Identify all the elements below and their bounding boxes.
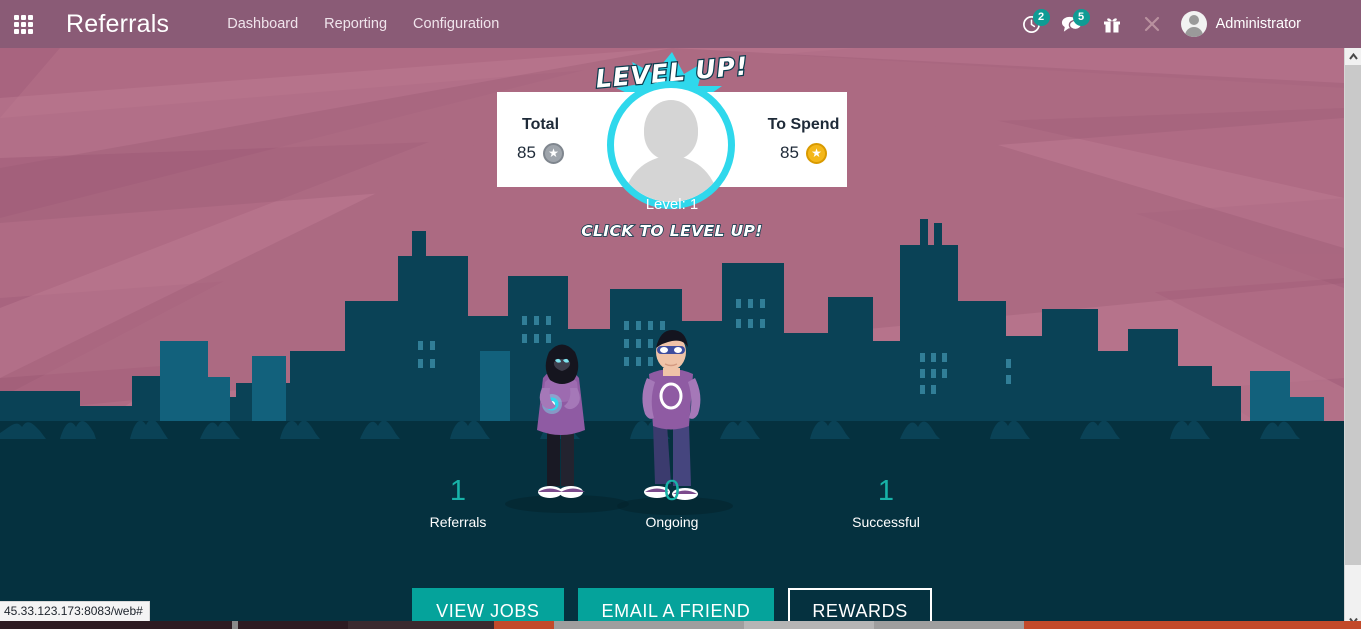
taskbar-segment [554,621,744,629]
referral-stats-row: 1 Referrals 0 Ongoing 1 Successful [0,475,1344,530]
taskbar-segment [238,621,348,629]
user-avatar-icon [1180,11,1207,37]
messages-chat-icon[interactable]: 5 [1061,9,1090,35]
referrals-dashboard-scene: LEVEL UP! Total 85 ★ To Spend 85 ★ Level… [0,48,1344,621]
stat-successful-label: Successful [852,513,920,530]
stat-referrals-label: Referrals [429,513,487,530]
stat-ongoing: 0 Ongoing [608,475,736,530]
taskbar-segment [874,621,1024,629]
os-taskbar-sliver [0,621,1361,629]
user-name-label: Administrator [1215,16,1301,32]
rewards-button[interactable]: REWARDS [788,588,932,621]
status-bar-url: 45.33.123.173:8083/web# [0,601,150,621]
app-brand-title: Referrals [66,9,170,38]
to-spend-value: 85 [780,143,799,162]
action-buttons-row: VIEW JOBS EMAIL A FRIEND REWARDS [0,588,1344,621]
total-label: Total [521,115,560,133]
menu-item-reporting[interactable]: Reporting [324,16,387,32]
gold-star-coin-icon: ★ [805,142,827,164]
taskbar-segment [744,621,874,629]
stat-referrals: 1 Referrals [394,475,522,530]
apps-grid-icon [13,14,33,34]
activity-clock-icon[interactable]: 2 [1021,9,1050,35]
stat-ongoing-label: Ongoing [645,513,699,530]
taskbar-segment [0,621,232,629]
menu-item-dashboard[interactable]: Dashboard [227,16,298,32]
chevron-up-icon [1349,53,1358,60]
email-a-friend-button[interactable]: EMAIL A FRIEND [577,588,775,621]
total-value-row: 85 ★ [517,142,564,164]
scrollbar-track[interactable] [1345,65,1361,612]
scroll-up-button[interactable] [1345,48,1361,65]
stat-ongoing-value: 0 [663,475,681,507]
grey-star-coin-icon: ★ [542,142,564,164]
placeholder-person-avatar-head [644,100,698,160]
stat-successful: 1 Successful [822,475,950,530]
view-jobs-button[interactable]: VIEW JOBS [412,588,564,621]
menu-item-configuration[interactable]: Configuration [413,16,499,32]
taskbar-segment [1024,621,1361,629]
messages-badge-count: 5 [1072,9,1090,26]
level-avatar-button[interactable] [607,81,735,209]
navbar-right-group: 2 5 Administrator [1021,0,1361,48]
page-scrollbar[interactable] [1344,48,1361,629]
to-spend-label: To Spend [767,115,840,133]
stat-successful-value: 1 [877,475,895,507]
scrollbar-thumb[interactable] [1345,65,1361,565]
tools-wrench-icon[interactable] [1141,13,1163,35]
taskbar-segment [494,621,554,629]
main-menu: Dashboard Reporting Configuration [227,16,499,32]
gift-icon[interactable] [1101,13,1123,35]
apps-menu-button[interactable] [0,0,46,48]
total-value: 85 [517,143,536,162]
user-menu[interactable]: Administrator [1180,11,1301,37]
top-navbar: Referrals Dashboard Reporting Configurat… [0,0,1361,48]
click-to-level-up-text[interactable]: CLICK TO LEVEL UP! [0,221,1344,241]
to-spend-value-row: 85 ★ [780,142,827,164]
level-label: Level: 1 [645,196,699,213]
activity-badge-count: 2 [1032,9,1050,26]
stat-referrals-value: 1 [449,475,467,507]
taskbar-segment [348,621,494,629]
